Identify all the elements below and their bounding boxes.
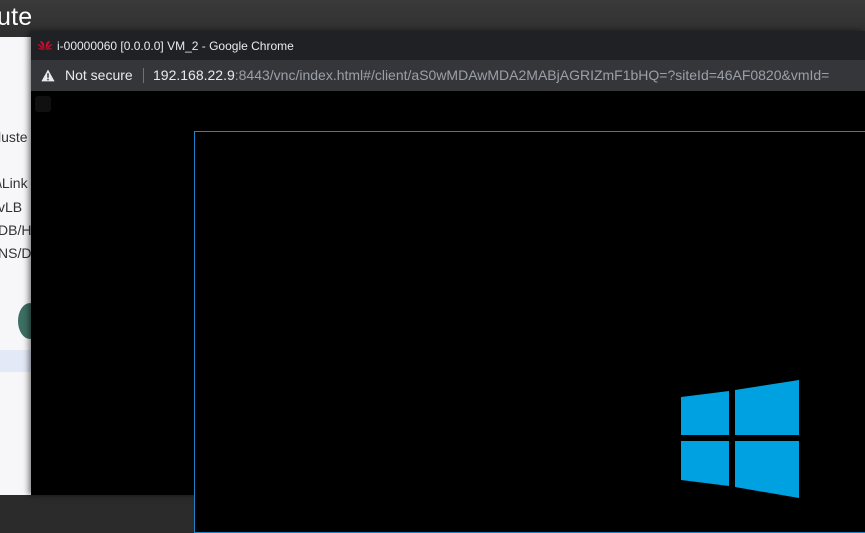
url-text[interactable]: 192.168.22.9:8443/vnc/index.html#/client… (153, 67, 829, 83)
huawei-logo-icon (37, 40, 53, 50)
sidebar-item-cluster[interactable]: luste (0, 129, 28, 145)
sidebar-item-dns[interactable]: NS/D (0, 245, 31, 261)
sidebar-item-link[interactable]: \Link (0, 175, 28, 191)
window-title: i-00000060 [0.0.0.0] VM_2 - Google Chrom… (57, 39, 294, 53)
vnc-viewport[interactable] (31, 91, 865, 533)
address-separator (143, 68, 144, 83)
url-path: :8443/vnc/index.html#/client/aS0wMDAwMDA… (234, 67, 830, 83)
chrome-popup-window: i-00000060 [0.0.0.0] VM_2 - Google Chrom… (31, 31, 865, 533)
warning-triangle-icon[interactable] (41, 69, 55, 82)
vnc-control-handle[interactable] (35, 96, 51, 112)
url-host: 192.168.22.9 (153, 67, 235, 83)
vm-screen[interactable] (194, 131, 865, 533)
windows-logo-icon (681, 380, 799, 498)
console-title: ute (0, 3, 33, 31)
address-bar[interactable]: Not secure 192.168.22.9:8443/vnc/index.h… (31, 60, 865, 91)
sidebar-item-vlb[interactable]: vLB (0, 199, 22, 215)
window-titlebar[interactable]: i-00000060 [0.0.0.0] VM_2 - Google Chrom… (31, 31, 865, 60)
security-status-label[interactable]: Not secure (65, 67, 133, 83)
